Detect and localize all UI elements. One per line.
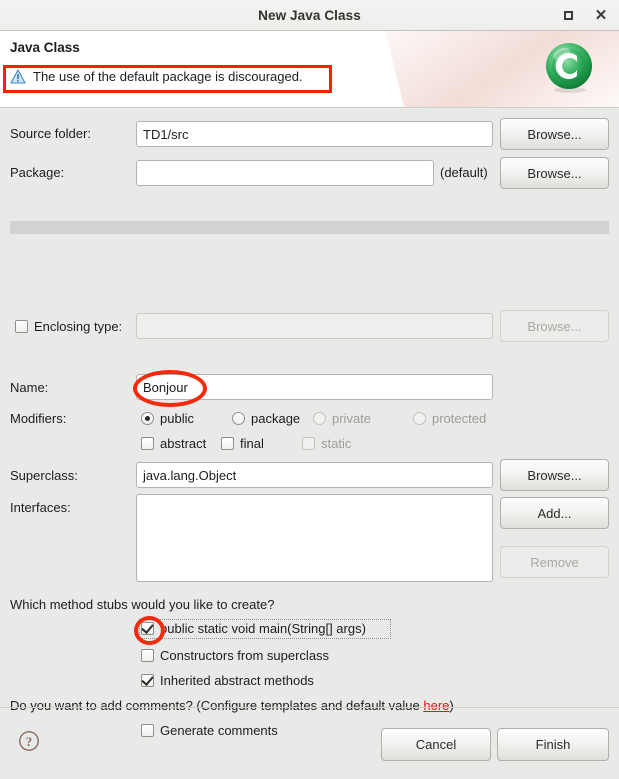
modifier-checkbox-abstract-label: abstract <box>160 436 207 451</box>
stub-checkbox-constructors[interactable]: Constructors from superclass <box>141 648 329 663</box>
help-question-icon[interactable]: ? <box>18 730 40 752</box>
package-label: Package: <box>10 165 65 180</box>
modifier-radio-protected: protected <box>413 411 486 426</box>
modifier-checkbox-static: static <box>302 436 351 451</box>
modifier-radio-public[interactable]: public <box>141 411 194 426</box>
radio-glyph <box>413 412 426 425</box>
checkbox-glyph <box>141 724 154 737</box>
stub-checkbox-main-method-label: public static void main(String[] args) <box>160 621 366 636</box>
close-glyph: ✕ <box>594 7 608 24</box>
close-icon[interactable]: ✕ <box>593 8 609 24</box>
source-folder-browse-button[interactable]: Browse... <box>500 118 609 150</box>
enclosing-type-input <box>136 313 493 339</box>
modifier-radio-public-label: public <box>160 411 194 426</box>
superclass-browse-button[interactable]: Browse... <box>500 459 609 491</box>
comments-question: Do you want to add comments? (Configure … <box>10 698 454 713</box>
source-folder-input[interactable]: TD1/src <box>136 121 493 147</box>
modifier-radio-private-label: private <box>332 411 372 426</box>
interfaces-remove-button: Remove <box>500 546 609 578</box>
checkbox-glyph <box>141 674 154 687</box>
maximize-icon[interactable] <box>560 8 576 24</box>
package-default-suffix: (default) <box>440 165 488 180</box>
radio-glyph <box>232 412 245 425</box>
configure-templates-link[interactable]: here <box>423 698 449 713</box>
dialog-body: Source folder: TD1/src Browse... Package… <box>0 108 619 779</box>
checkbox-glyph <box>15 320 28 333</box>
enclosing-type-browse-button: Browse... <box>500 310 609 342</box>
cancel-button[interactable]: Cancel <box>381 728 491 761</box>
modifier-radio-package-label: package <box>251 411 301 426</box>
enclosing-type-checkbox[interactable]: Enclosing type: <box>15 319 122 334</box>
radio-glyph <box>141 412 154 425</box>
stub-checkbox-inherited-abstract-label: Inherited abstract methods <box>160 673 314 688</box>
svg-text:?: ? <box>26 734 33 749</box>
stub-checkbox-inherited-abstract[interactable]: Inherited abstract methods <box>141 673 314 688</box>
interfaces-add-button[interactable]: Add... <box>500 497 609 529</box>
checkbox-glyph <box>302 437 315 450</box>
generate-comments-label: Generate comments <box>160 723 278 738</box>
modifier-checkbox-final-label: final <box>240 436 264 451</box>
red-box-around-warning-message <box>3 65 332 93</box>
name-label: Name: <box>10 380 49 395</box>
generate-comments-checkbox[interactable]: Generate comments <box>141 723 278 738</box>
package-input[interactable] <box>136 160 434 186</box>
window-controls: ✕ <box>560 0 609 31</box>
stub-checkbox-constructors-label: Constructors from superclass <box>160 648 330 663</box>
window-title: New Java Class <box>258 7 361 23</box>
modifier-checkbox-static-label: static <box>321 436 352 451</box>
eclipse-class-logo-icon <box>546 43 592 93</box>
comments-question-suffix: ) <box>449 698 454 713</box>
checkbox-glyph <box>141 437 154 450</box>
finish-button[interactable]: Finish <box>497 728 609 761</box>
section-divider[interactable] <box>10 221 609 234</box>
new-java-class-dialog: New Java Class ✕ Java Class The use of t… <box>0 0 619 779</box>
superclass-label: Superclass: <box>10 468 78 483</box>
modifier-checkbox-abstract[interactable]: abstract <box>141 436 206 451</box>
class-name-input[interactable]: Bonjour <box>136 374 493 400</box>
modifier-radio-protected-label: protected <box>432 411 487 426</box>
package-browse-button[interactable]: Browse... <box>500 157 609 189</box>
method-stubs-question: Which method stubs would you like to cre… <box>10 597 275 612</box>
modifier-radio-private: private <box>313 411 371 426</box>
superclass-input[interactable]: java.lang.Object <box>136 462 493 488</box>
maximize-glyph <box>563 11 573 20</box>
interfaces-list[interactable] <box>136 494 493 582</box>
footer-divider <box>0 707 619 708</box>
checkbox-glyph <box>221 437 234 450</box>
modifiers-label: Modifiers: <box>10 411 67 426</box>
checkbox-glyph <box>141 649 154 662</box>
enclosing-type-label: Enclosing type: <box>34 319 123 334</box>
comments-question-prefix: Do you want to add comments? (Configure … <box>10 698 424 713</box>
page-title: Java Class <box>10 40 80 55</box>
wizard-banner: Java Class The use of the default packag… <box>0 31 619 108</box>
modifier-radio-package[interactable]: package <box>232 411 300 426</box>
checkbox-glyph <box>141 622 154 635</box>
interfaces-label: Interfaces: <box>10 500 71 515</box>
modifier-checkbox-final[interactable]: final <box>221 436 264 451</box>
radio-glyph <box>313 412 326 425</box>
source-folder-label: Source folder: <box>10 126 91 141</box>
stub-checkbox-main-method[interactable]: public static void main(String[] args) <box>141 621 366 636</box>
title-bar: New Java Class ✕ <box>0 0 619 31</box>
